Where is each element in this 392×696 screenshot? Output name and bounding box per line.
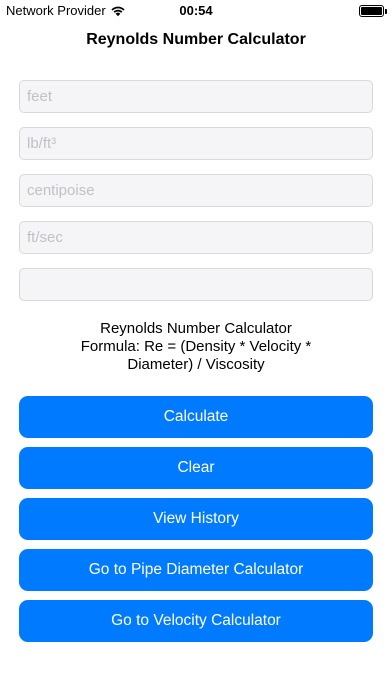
formula-line-continued: Diameter) / Viscosity	[127, 356, 265, 373]
velocity-input[interactable]	[19, 221, 373, 254]
battery-level	[361, 7, 382, 15]
clear-button[interactable]: Clear	[19, 447, 373, 489]
view-history-button[interactable]: View History	[19, 498, 373, 540]
page-title: Reynolds Number Calculator	[86, 31, 306, 48]
formula-title: Reynolds Number Calculator	[100, 320, 292, 337]
velocity-calculator-button[interactable]: Go to Velocity Calculator	[19, 600, 373, 642]
status-bar: Network Provider 00:54	[0, 0, 392, 22]
viscosity-input[interactable]	[19, 174, 373, 207]
result-field[interactable]	[19, 268, 373, 301]
battery-icon	[359, 5, 387, 17]
diameter-input[interactable]	[19, 80, 373, 113]
density-input[interactable]	[19, 127, 373, 160]
pipe-diameter-calculator-button[interactable]: Go to Pipe Diameter Calculator	[19, 549, 373, 591]
formula-line: Formula: Re = (Density * Velocity *	[80, 338, 312, 355]
calculate-button[interactable]: Calculate	[19, 396, 373, 438]
formula-description: Reynolds Number Calculator Formula: Re =…	[40, 320, 352, 374]
clock: 00:54	[179, 3, 213, 18]
